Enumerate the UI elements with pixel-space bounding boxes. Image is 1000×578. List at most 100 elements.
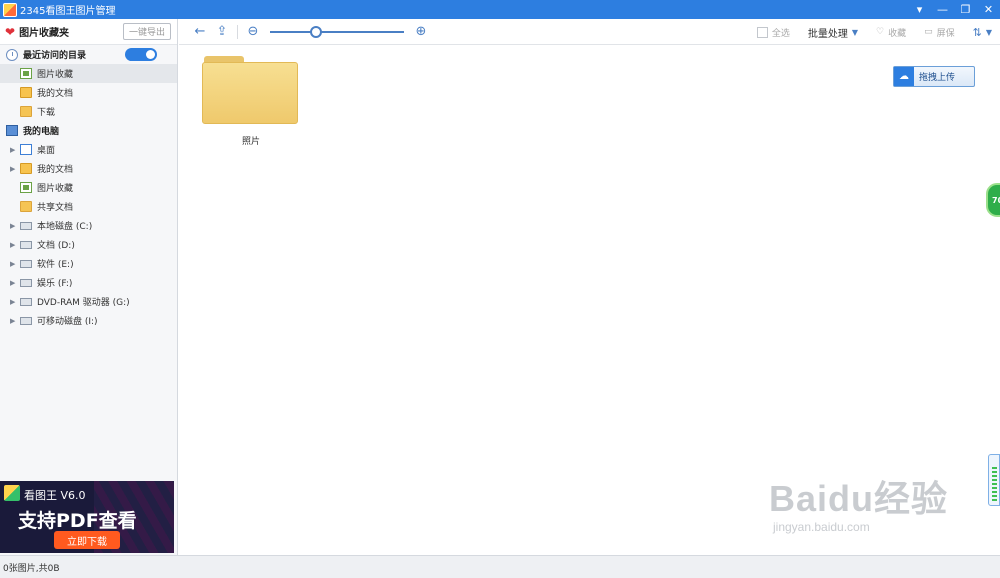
tree-item-desktop[interactable]: ▶ 桌面	[0, 140, 177, 159]
recent-toggle[interactable]	[125, 48, 157, 61]
select-all-checkbox[interactable]	[756, 26, 768, 38]
side-meter[interactable]	[988, 454, 1000, 506]
thumbnail-size-slider[interactable]	[270, 25, 404, 38]
minimize-icon[interactable]: —	[931, 0, 954, 19]
toolbar-actions: 全选 批量处理 ▼ ♡ 收藏 ▭ 屏保 ⇅ ▼	[756, 19, 992, 45]
tree-item-drive-i[interactable]: ▶ 可移动磁盘 (I:)	[0, 311, 177, 330]
drive-icon	[20, 316, 32, 325]
tree-item-label: DVD-RAM 驱动器 (G:)	[37, 298, 130, 308]
folder-icon	[20, 201, 32, 212]
zoom-in-icon[interactable]: ⊕	[410, 24, 432, 39]
expand-arrow-icon[interactable]: ▶	[10, 222, 20, 230]
expand-arrow-icon[interactable]: ▶	[10, 317, 20, 325]
recent-section[interactable]: 最近访问的目录	[0, 45, 177, 64]
select-all[interactable]: 全选	[756, 26, 790, 39]
app-icon	[3, 2, 17, 17]
expand-arrow-icon[interactable]: ▶	[10, 241, 20, 249]
recent-item-downloads[interactable]: 下载	[0, 102, 177, 121]
tree-item-label: 文档 (D:)	[37, 241, 75, 251]
favorites-header: ❤ 图片收藏夹 一键导出	[0, 19, 177, 45]
sort-menu[interactable]: ⇅ ▼	[973, 26, 992, 39]
tree-item-label: 共享文档	[37, 203, 74, 213]
recent-item-label: 我的文档	[37, 89, 74, 99]
recent-item-label: 图片收藏	[37, 70, 74, 80]
tree-item-label: 软件 (E:)	[37, 260, 74, 270]
recent-item-documents[interactable]: 我的文档	[0, 83, 177, 102]
drive-icon	[20, 259, 32, 268]
tree-item-drive-f[interactable]: ▶ 娱乐 (F:)	[0, 273, 177, 292]
desktop-icon	[20, 144, 32, 155]
picture-folder-icon	[20, 68, 32, 79]
up-folder-icon[interactable]: ⇪	[211, 24, 233, 39]
status-bar: 0张图片,共0B	[0, 555, 1000, 578]
drive-icon	[20, 278, 32, 287]
slider-track	[270, 30, 404, 33]
expand-arrow-icon[interactable]: ▶	[10, 298, 20, 306]
menu-dropdown-icon[interactable]: ▾	[908, 0, 931, 19]
recent-item-pictures[interactable]: 图片收藏	[0, 64, 177, 83]
tree-item-shared-documents[interactable]: 共享文档	[0, 197, 177, 216]
close-icon[interactable]: ✕	[977, 0, 1000, 19]
window-title: 2345看图王图片管理	[20, 6, 116, 17]
tree-item-my-documents[interactable]: ▶ 我的文档	[0, 159, 177, 178]
floating-widget-text: 70	[992, 195, 1000, 205]
folder-name: 照片	[241, 137, 260, 147]
upload-label: 拖拽上传	[919, 73, 956, 83]
favorites-title: 图片收藏夹	[19, 28, 70, 39]
zoom-out-icon[interactable]: ⊖	[242, 24, 264, 39]
window-controls: ▾ — ❐ ✕	[908, 0, 1000, 19]
slider-thumb[interactable]	[310, 25, 322, 38]
tree-item-drive-g[interactable]: ▶ DVD-RAM 驱动器 (G:)	[0, 292, 177, 311]
ad-brand: 看图王 V6.0	[24, 489, 86, 502]
folder-icon	[202, 54, 298, 124]
tree-item-drive-d[interactable]: ▶ 文档 (D:)	[0, 235, 177, 254]
restore-icon[interactable]: ❐	[954, 0, 977, 19]
folder-item[interactable]: 照片	[202, 54, 300, 147]
drive-icon	[20, 240, 32, 249]
favorite-button[interactable]: ♡ 收藏	[876, 26, 906, 39]
tree-item-drive-e[interactable]: ▶ 软件 (E:)	[0, 254, 177, 273]
expand-arrow-icon[interactable]: ▶	[10, 165, 20, 173]
tree-item-picture-favorites[interactable]: 图片收藏	[0, 178, 177, 197]
computer-section[interactable]: 我的电脑	[0, 121, 177, 140]
toolbar: ← ⇪ ⊖ ⊕ 全选 批量处理 ▼ ♡ 收藏 ▭ 屏保 ⇅ ▼	[179, 19, 1000, 45]
watermark-main: Baidu经验	[769, 478, 949, 519]
documents-icon	[20, 87, 32, 98]
clock-icon	[6, 48, 18, 61]
tree-item-drive-c[interactable]: ▶ 本地磁盘 (C:)	[0, 216, 177, 235]
status-text: 0张图片,共0B	[3, 563, 60, 574]
toolbar-divider	[237, 24, 238, 39]
floating-widget[interactable]: 70	[986, 183, 1000, 217]
expand-arrow-icon[interactable]: ▶	[10, 260, 20, 268]
tree-item-label: 我的文档	[37, 165, 74, 175]
ad-download-button[interactable]: 立即下载	[54, 531, 120, 549]
batch-process-menu[interactable]: 批量处理 ▼	[808, 25, 858, 40]
expand-arrow-icon[interactable]: ▶	[10, 279, 20, 287]
cloud-upload-icon: ☁	[894, 67, 914, 86]
ad-logo-icon	[4, 485, 20, 501]
monitor-icon: ▭	[924, 27, 933, 37]
back-arrow-icon[interactable]: ←	[189, 24, 211, 39]
computer-title: 我的电脑	[23, 127, 60, 137]
tree-item-label: 可移动磁盘 (I:)	[37, 317, 98, 327]
sort-icon: ⇅	[972, 25, 982, 39]
select-all-label: 全选	[771, 28, 790, 39]
folder-icon	[20, 106, 32, 117]
ad-banner[interactable]: 看图王 V6.0 支持PDF查看 立即下载	[0, 481, 174, 553]
favorite-label: 收藏	[888, 28, 907, 39]
watermark-sub: jingyan.baidu.com	[773, 520, 870, 534]
sidebar: ❤ 图片收藏夹 一键导出 最近访问的目录 图片收藏 我的文档 下载 我的电脑 ▶…	[0, 19, 178, 555]
documents-icon	[20, 163, 32, 174]
recent-item-label: 下载	[37, 108, 56, 118]
ad-headline: 支持PDF查看	[18, 510, 137, 532]
chevron-down-icon: ▼	[985, 27, 992, 37]
heart-outline-icon: ♡	[876, 27, 885, 37]
screensaver-button[interactable]: ▭ 屏保	[924, 26, 955, 39]
tree-item-label: 桌面	[37, 146, 56, 156]
computer-icon	[6, 125, 18, 136]
export-button[interactable]: 一键导出	[123, 23, 171, 40]
tree-item-label: 娱乐 (F:)	[37, 279, 73, 289]
drag-upload-button[interactable]: ☁ 拖拽上传	[893, 66, 975, 87]
drive-icon	[20, 221, 32, 230]
expand-arrow-icon[interactable]: ▶	[10, 146, 20, 154]
